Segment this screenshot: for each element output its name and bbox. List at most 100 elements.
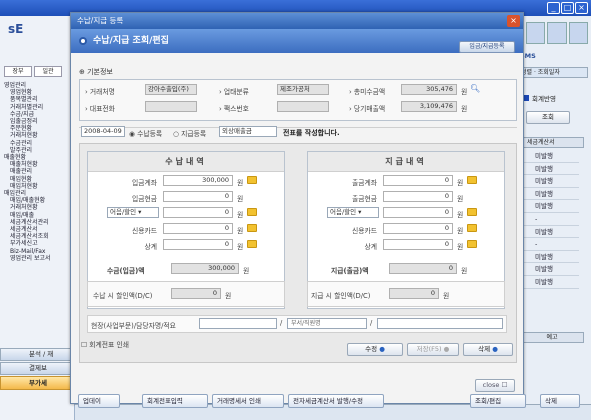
won-unit: 원 [457,211,464,219]
phone-field[interactable] [145,101,197,112]
tab-daily[interactable]: 일관 [34,66,62,77]
won-unit: 원 [457,243,464,251]
won-unit-2: 원 [461,105,468,113]
nav-payment[interactable]: 결제보 [0,362,75,375]
receive-total-field: 300,000 [171,263,239,274]
folder-icon[interactable] [467,208,477,216]
pay-row-value[interactable]: 0 [383,239,453,250]
business-field[interactable]: 제조가공처 [277,84,329,95]
won-unit-3: 원 [243,267,250,275]
delete-bottom-button[interactable]: 삭제 [540,394,580,408]
customer-field[interactable]: 강아수출입(주) [145,84,197,95]
sales-field: 3,109,476 [401,101,457,112]
minimize-icon[interactable]: _ [547,2,560,14]
radio-pay[interactable]: ○ 지급등록 [173,128,206,138]
right-header: 정렬 · 조회일자 [518,67,588,78]
statement-print-button[interactable]: 거래명세서 인쇄 [212,394,284,408]
total-receivable-label: › 총미수금액 [349,88,386,96]
nav-tree-item[interactable]: 매입/매출 [4,212,51,219]
pay-row-value[interactable]: 0 [383,207,453,218]
receive-row-value[interactable]: 0 [163,191,233,202]
phone-label: › 대표전화 [85,105,115,113]
receive-row-label[interactable]: 어음/할인 ▾ [107,207,159,218]
nav-tree-item[interactable]: 거래처현황 [4,132,51,139]
receive-total-label: 수금(입금)액 [107,267,145,275]
toolbar-icon-1[interactable] [526,22,546,44]
register-button[interactable]: 입금/지급등록 [459,41,515,53]
staff-field[interactable]: 부서/직원명 [287,318,367,329]
right-status-item: 미발행 [521,226,579,239]
folder-icon[interactable] [467,240,477,248]
won-unit: 원 [457,227,464,235]
won-unit: 원 [237,243,244,251]
nav-analysis[interactable]: 분석 / 재 [0,348,75,361]
toolbar-icon-2[interactable] [547,22,567,44]
e-invoice-button[interactable]: 전자세금계산서 발행/수정 [288,394,384,408]
nav-tree-item[interactable]: 매출관리 [4,168,51,175]
memo-field[interactable] [377,318,503,329]
receive-row-label: 상계 [144,243,157,251]
receive-discount-field[interactable]: 0 [171,288,221,299]
nav-tree-item[interactable]: 거래처별관리 [4,104,51,111]
receive-row-value[interactable]: 0 [163,239,233,250]
view-edit-button[interactable]: 조회/편집 [470,394,526,408]
nav-tree[interactable]: 영업관리 영업현황 품목별관리 거래처별관리 수금/지급 입출금정리 주문현황 거래처현황 수금… [4,82,51,262]
nav-tree-item[interactable]: 부가세신고 [4,240,51,247]
pay-row-label: 상계 [364,243,377,251]
pay-row-label[interactable]: 어음/할인 ▾ [327,207,379,218]
voucher-button[interactable]: 회계전표입력 [142,394,208,408]
close-icon[interactable]: × [575,2,588,14]
print-checkbox[interactable]: ☐ 회계전표 인쇄 [81,339,129,349]
delete-button[interactable]: 삭제 ● [463,343,513,356]
customer-label: › 거래처명 [85,88,115,96]
folder-icon[interactable] [247,176,257,184]
nav-tree-item[interactable]: Biz-Mail/Fax [4,248,51,255]
pay-row-value[interactable]: 0 [383,191,453,202]
dept-label: 현장(사업부문)/담당자명/적요 [91,322,176,330]
receive-row-value[interactable]: 300,000 [163,175,233,186]
close-button[interactable]: close ☐ [475,379,515,392]
nav-tree-item[interactable]: 매입현황 [4,176,51,183]
nav-vat[interactable]: 부가세 [0,376,75,390]
site-field[interactable] [199,318,277,329]
right-search-button[interactable]: 조회 [526,111,570,124]
pay-row-value[interactable]: 0 [383,175,453,186]
radio-receive[interactable]: ◉ 수납등록 [129,128,162,138]
folder-icon[interactable] [467,224,477,232]
date-select[interactable]: 2008-04-09 [81,126,125,137]
update-button[interactable]: 업데이 [78,394,120,408]
pay-panel-title: 지급내역 [308,152,504,172]
dialog-close-icon[interactable]: × [507,15,520,27]
separator-slash-2: / [370,319,373,327]
edit-button[interactable]: 수정 ● [347,343,403,356]
folder-icon[interactable] [247,240,257,248]
nav-tree-item[interactable]: 품목별관리 [4,96,51,103]
maximize-icon[interactable]: □ [561,2,574,14]
nav-tree-item[interactable]: 매입처현황 [4,183,51,190]
payment-dialog: 수납/지급 등록 × 수납/지급 조회/편집 입금/지급등록 ⊕ 기본정보 › … [70,12,524,404]
receive-row-value[interactable]: 0 [163,207,233,218]
pay-total-label: 지급(출금)액 [331,267,369,275]
folder-icon[interactable] [247,224,257,232]
fax-field[interactable] [277,101,329,112]
nav-tree-item[interactable]: 수금/지급 [4,111,51,118]
receive-row-value[interactable]: 0 [163,223,233,234]
pay-discount-field[interactable]: 0 [389,288,439,299]
nav-tree-item[interactable]: 수금관리 [4,140,51,147]
nav-tree-item[interactable]: 거래처현황 [4,204,51,211]
nav-tree-item[interactable]: 세금계산서관리 [4,219,51,226]
right-status-item: 미발행 [521,163,579,176]
toolbar-icon-3[interactable] [568,22,588,44]
header-bullet-icon [79,37,87,45]
folder-icon[interactable] [247,208,257,216]
save-button[interactable]: 저장(F5) ● [407,343,459,356]
account-select[interactable]: 외상매출금 [219,126,277,137]
pay-discount-label: 지급 시 할인액(D/C) [311,292,371,300]
folder-icon[interactable] [467,176,477,184]
right-status-item: 미발행 [521,263,579,276]
tab-ledger[interactable]: 장부 [4,66,32,77]
nav-tree-item[interactable]: 영업관리 보고서 [4,255,51,262]
nav-tree-item[interactable]: 발주관리 [4,147,51,154]
pay-row-value[interactable]: 0 [383,223,453,234]
search-icon[interactable]: 🔍︎ [470,84,480,93]
